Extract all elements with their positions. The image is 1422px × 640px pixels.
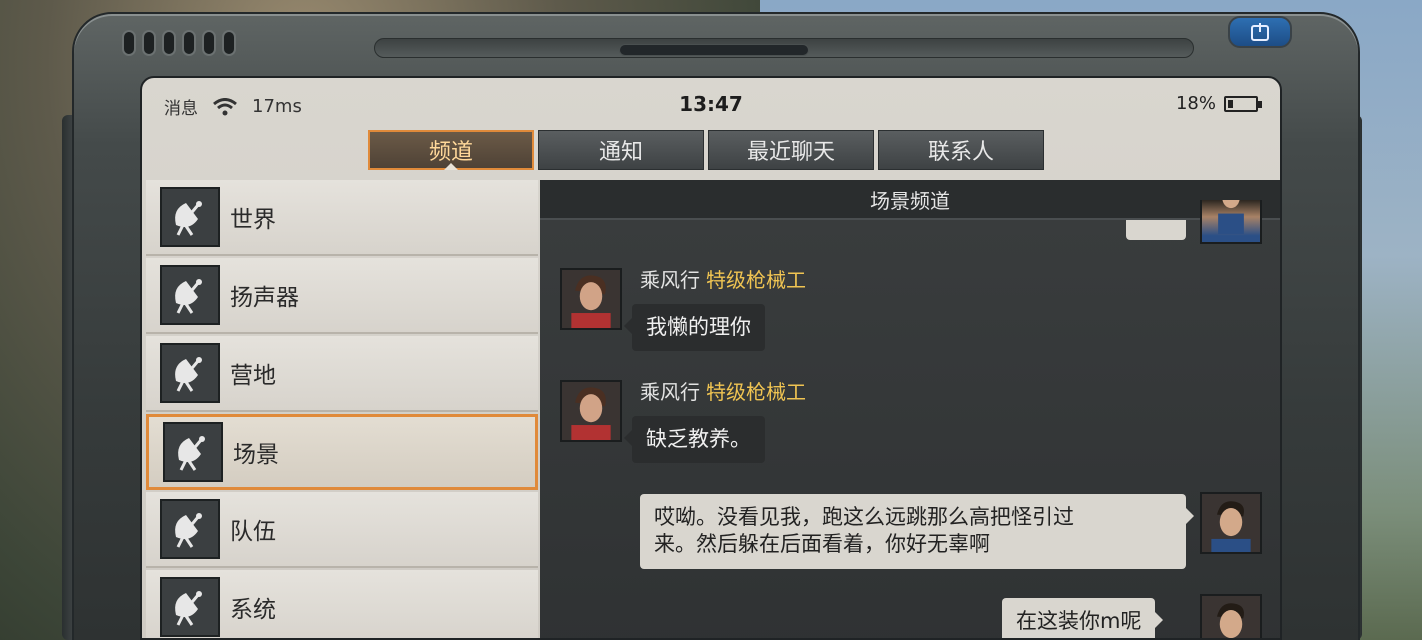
message-bubble[interactable]: 我懒的理你	[624, 304, 765, 352]
device-speaker	[619, 44, 809, 56]
avatar-face-icon	[562, 270, 620, 328]
battery-fill	[1228, 99, 1233, 108]
chat-header: 场景频道	[540, 180, 1280, 220]
avatar-self[interactable]	[1200, 492, 1262, 554]
vent-slot	[182, 30, 196, 56]
message-text-line: 哎呦。没看见我，跑这么远跳那么高把怪引过	[654, 505, 1074, 529]
channel-label: 队伍	[230, 519, 276, 545]
satellite-dish-icon	[160, 187, 220, 247]
message-text-line: 来。然后躲在后面看着，你好无辜啊	[654, 532, 990, 557]
channel-label: 场景	[233, 442, 279, 468]
channel-list: 世界 扬声器 营地 场景 队伍 系统	[146, 180, 538, 638]
vent-slot	[122, 30, 136, 56]
battery-icon	[1224, 95, 1262, 112]
channel-label: 营地	[230, 363, 276, 389]
message-bubble-self[interactable]: 哎呦。没看见我，跑这么远跳那么高把怪引过 来。然后躲在后面看着，你好无辜啊	[640, 494, 1194, 569]
power-icon	[1251, 23, 1269, 41]
avatar-face-icon	[1202, 596, 1260, 638]
sender-title: 特级枪械工	[706, 380, 806, 404]
satellite-dish-icon	[160, 265, 220, 325]
sender-title: 特级枪械工	[706, 268, 806, 292]
tab-recent-chats[interactable]: 最近聊天	[708, 130, 874, 170]
chat-bubble-partial	[1126, 220, 1186, 240]
clock-time: 13:47	[679, 92, 743, 116]
channel-item-team[interactable]: 队伍	[146, 492, 538, 568]
satellite-dish-icon	[163, 422, 223, 482]
chat-panel[interactable]: 场景频道 乘风行 特级枪械工 我懒的理你 乘风行 特级枪械工 缺乏教养。 哎呦。没看…	[540, 180, 1280, 638]
battery-percent: 18%	[1175, 93, 1216, 114]
device-screen: 消息 17ms 13:47 18% 频道 通知 最近聊天 联系人 世界 扬声器 …	[140, 76, 1282, 640]
channel-item-system[interactable]: 系统	[146, 570, 538, 638]
satellite-dish-icon	[160, 499, 220, 559]
avatar-self[interactable]	[1200, 200, 1262, 244]
avatar-face-icon	[1218, 200, 1244, 234]
power-button[interactable]	[1228, 16, 1292, 48]
sender-name[interactable]: 乘风行	[640, 268, 700, 292]
message-bubble-self[interactable]: 在这装你m呢	[1002, 598, 1164, 638]
vent-slot	[202, 30, 216, 56]
vent-slot	[142, 30, 156, 56]
channel-label: 世界	[230, 207, 276, 233]
avatar-other[interactable]	[560, 268, 622, 330]
avatar-other[interactable]	[560, 380, 622, 442]
channel-item-world[interactable]: 世界	[146, 180, 538, 256]
tab-contacts[interactable]: 联系人	[878, 130, 1044, 170]
channel-item-speaker[interactable]: 扬声器	[146, 258, 538, 334]
channel-label: 系统	[230, 597, 276, 623]
message-sender: 乘风行 特级枪械工	[640, 376, 806, 405]
tab-notifications[interactable]: 通知	[538, 130, 704, 170]
tab-channels[interactable]: 频道	[368, 130, 534, 170]
channel-label: 扬声器	[230, 285, 299, 311]
vent-slot	[222, 30, 236, 56]
avatar-self[interactable]	[1200, 594, 1262, 638]
avatar-face-icon	[1202, 494, 1260, 552]
satellite-dish-icon	[160, 343, 220, 403]
sender-name[interactable]: 乘风行	[640, 380, 700, 404]
channel-item-camp[interactable]: 营地	[146, 336, 538, 412]
tab-bar: 频道 通知 最近聊天 联系人	[368, 130, 1044, 170]
message-sender: 乘风行 特级枪械工	[640, 264, 806, 293]
satellite-dish-icon	[160, 577, 220, 637]
vent-slot	[162, 30, 176, 56]
message-bubble[interactable]: 缺乏教养。	[624, 416, 765, 464]
device-vents	[122, 30, 236, 56]
status-bar: 消息 17ms 13:47 18%	[142, 78, 1280, 128]
avatar-face-icon	[562, 382, 620, 440]
channel-item-scene[interactable]: 场景	[146, 414, 538, 490]
